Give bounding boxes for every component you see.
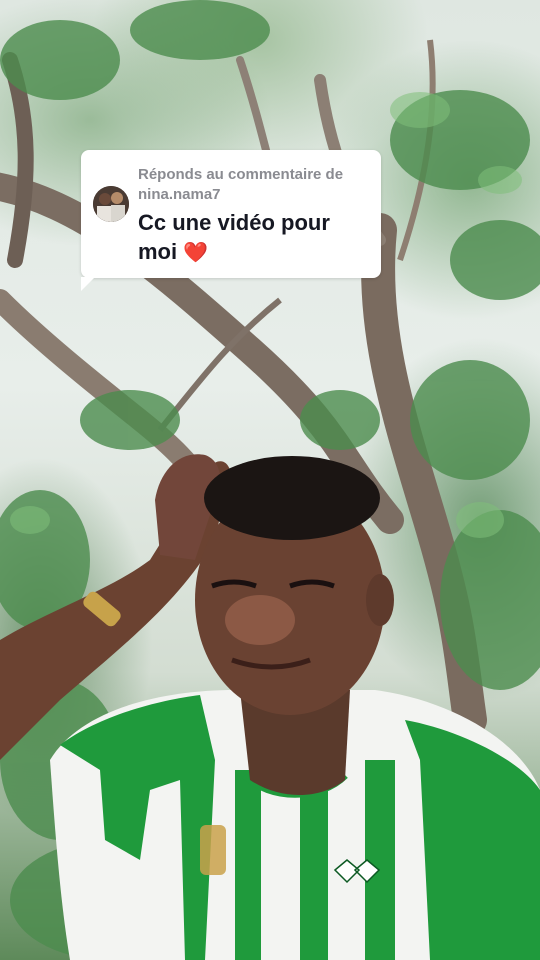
commenter-username[interactable]: nina.nama7	[138, 186, 221, 203]
face-highlight	[225, 595, 295, 645]
reply-header: Réponds au commentaire de nina.nama7	[138, 165, 368, 205]
heart-icon: ❤️	[183, 240, 209, 264]
comment-text: Cc une vidéo pour moi	[138, 210, 330, 264]
reply-prefix: Réponds au commentaire de	[138, 166, 344, 183]
bubble-tail	[81, 277, 95, 291]
reply-comment-text: Cc une vidéo pour moi ❤️	[138, 208, 368, 267]
reply-comment-sticker[interactable]: Réponds au commentaire de nina.nama7 Cc …	[81, 150, 381, 291]
hair	[204, 456, 380, 540]
video-scene	[0, 0, 540, 960]
commenter-avatar[interactable]	[93, 186, 129, 222]
video-frame[interactable]: Réponds au commentaire de nina.nama7 Cc …	[0, 0, 540, 960]
ear	[366, 574, 394, 626]
